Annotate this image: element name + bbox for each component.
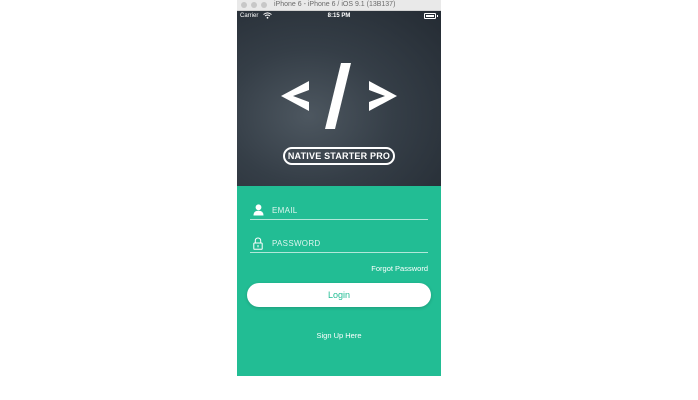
simulator-title-bar: iPhone 6 - iPhone 6 / iOS 9.1 (13B137) bbox=[237, 0, 441, 11]
brand-name-badge: NATIVE STARTER PRO bbox=[283, 147, 395, 165]
phone-screen: Carrier 8:15 PM NATIVE STARTER PRO EMAIL… bbox=[237, 11, 441, 376]
login-form: Forgot Password Login Sign Up Here bbox=[237, 186, 441, 376]
simulator-title: iPhone 6 - iPhone 6 / iOS 9.1 (13B137) bbox=[274, 1, 396, 8]
password-field-row bbox=[250, 235, 428, 253]
email-field-row bbox=[250, 202, 428, 220]
minimize-window-button[interactable] bbox=[251, 2, 257, 8]
lock-icon bbox=[253, 237, 263, 250]
sign-up-link[interactable]: Sign Up Here bbox=[237, 331, 441, 340]
zoom-window-button[interactable] bbox=[261, 2, 267, 8]
status-bar: Carrier 8:15 PM bbox=[237, 11, 441, 23]
battery-icon bbox=[424, 13, 438, 19]
password-input[interactable] bbox=[272, 236, 422, 250]
email-input[interactable] bbox=[272, 203, 422, 217]
code-brackets-icon bbox=[281, 63, 397, 129]
user-icon bbox=[253, 204, 264, 216]
login-button[interactable]: Login bbox=[247, 283, 431, 307]
forgot-password-link[interactable]: Forgot Password bbox=[371, 264, 428, 273]
status-time: 8:15 PM bbox=[327, 13, 351, 19]
close-window-button[interactable] bbox=[241, 2, 247, 8]
hero-header: Carrier 8:15 PM NATIVE STARTER PRO bbox=[237, 11, 441, 186]
